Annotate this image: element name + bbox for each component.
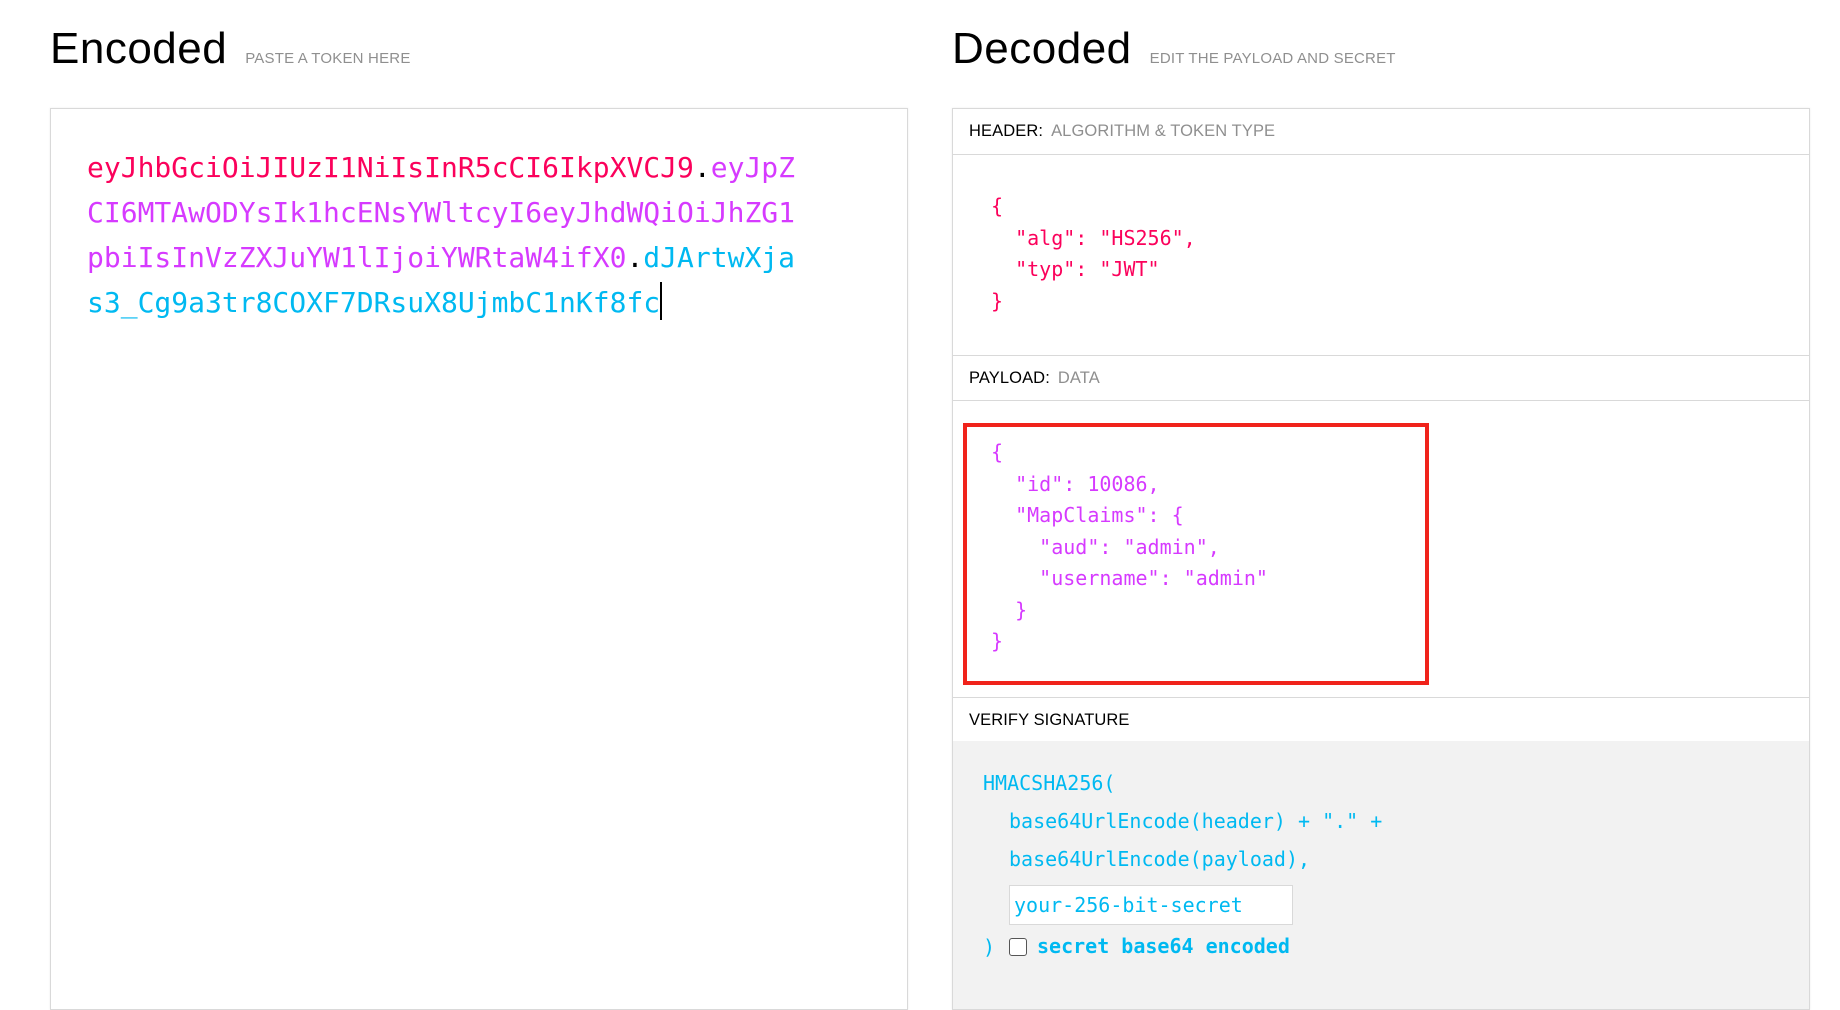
header-description: ALGORITHM & TOKEN TYPE xyxy=(1051,122,1276,140)
encoded-token-editor[interactable]: eyJhbGciOiJIUzI1NiIsInR5cCI6IkpXVCJ9.eyJ… xyxy=(50,108,908,1010)
encoded-title: Encoded xyxy=(50,24,228,73)
encode-header-line: base64UrlEncode(header) + "." + xyxy=(1009,809,1383,833)
encoded-title-group: Encoded PASTE A TOKEN HERE xyxy=(50,24,411,74)
token-dot: . xyxy=(626,241,644,274)
payload-description: DATA xyxy=(1057,368,1100,387)
encode-payload-line: base64UrlEncode(payload), xyxy=(1009,847,1311,871)
verify-label: VERIFY SIGNATURE xyxy=(969,710,1130,729)
payload-section-title: PAYLOAD: DATA xyxy=(953,355,1809,401)
payload-json-editor[interactable]: { "id": 10086, "MapClaims": { "aud": "ad… xyxy=(991,437,1268,658)
secret-base64-label[interactable]: secret base64 encoded xyxy=(1037,934,1290,958)
close-paren: ) xyxy=(983,935,996,959)
header-section-title: HEADER: ALGORITHM & TOKEN TYPE xyxy=(953,109,1809,155)
verify-section-title: VERIFY SIGNATURE xyxy=(953,697,1809,743)
decoded-title-group: Decoded EDIT THE PAYLOAD AND SECRET xyxy=(952,24,1396,74)
payload-label: PAYLOAD: xyxy=(969,368,1050,387)
decoded-subtitle: EDIT THE PAYLOAD AND SECRET xyxy=(1149,50,1396,67)
decoded-panel: HEADER: ALGORITHM & TOKEN TYPE { "alg": … xyxy=(952,108,1810,1010)
secret-input[interactable] xyxy=(1009,885,1293,925)
secret-base64-checkbox[interactable] xyxy=(1009,938,1027,956)
encoded-subtitle: PASTE A TOKEN HERE xyxy=(245,50,411,67)
token-dot: . xyxy=(693,151,711,184)
encoded-token-text[interactable]: eyJhbGciOiJIUzI1NiIsInR5cCI6IkpXVCJ9.eyJ… xyxy=(87,145,807,325)
header-json-editor[interactable]: { "alg": "HS256", "typ": "JWT" } xyxy=(991,191,1196,317)
text-caret xyxy=(660,282,663,320)
hmac-function-line: HMACSHA256( xyxy=(983,771,1116,795)
header-label: HEADER: xyxy=(969,122,1044,140)
token-header-part: eyJhbGciOiJIUzI1NiIsInR5cCI6IkpXVCJ9 xyxy=(87,151,694,184)
decoded-title: Decoded xyxy=(952,24,1132,73)
verify-signature-body: HMACSHA256( base64UrlEncode(header) + ".… xyxy=(953,741,1809,1009)
